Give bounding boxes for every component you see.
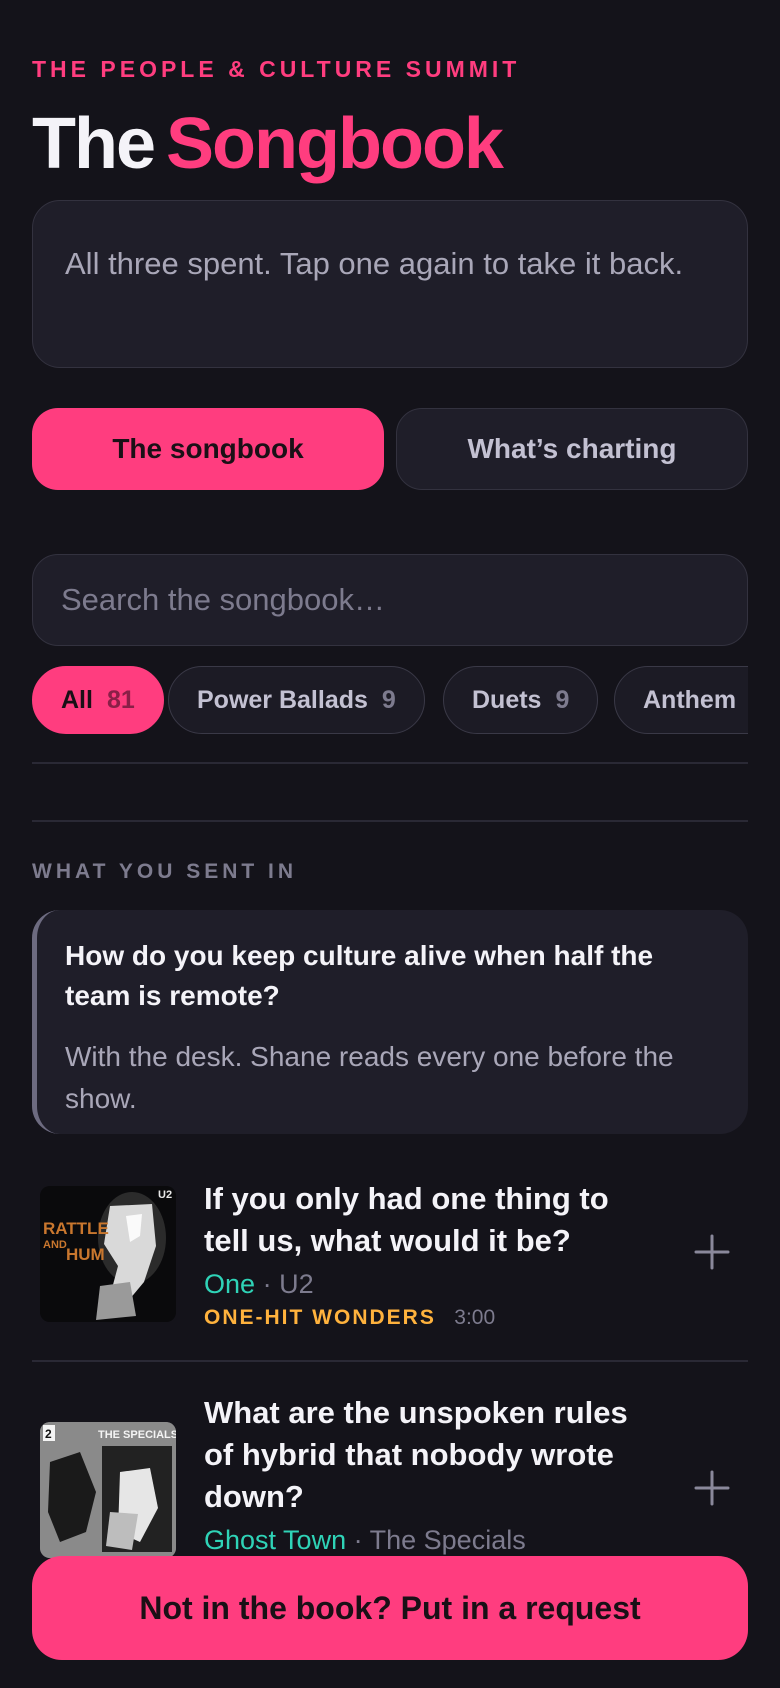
- song-row-text: If you only had one thing to tell us, wh…: [204, 1178, 644, 1330]
- page-title-part1: The: [32, 104, 156, 184]
- sent-question-text: How do you keep culture alive when half …: [65, 940, 654, 1011]
- filter-chip-label: Duets: [472, 685, 542, 714]
- album-art-text: THE SPECIALS: [98, 1429, 176, 1441]
- song-row[interactable]: 2 THE SPECIALS What are the unspoken rul…: [32, 1392, 748, 1558]
- divider: [32, 1360, 748, 1362]
- song-tagline: ONE-HIT WONDERS 3:00: [204, 1306, 644, 1330]
- song-duration: 3:00: [454, 1306, 496, 1329]
- album-art-icon: 2 THE SPECIALS: [40, 1422, 176, 1558]
- plus-icon: [694, 1234, 730, 1270]
- filter-chip-count: 81: [106, 685, 135, 714]
- sent-question-card: How do you keep culture alive when half …: [32, 910, 748, 1134]
- tab-whats-charting[interactable]: What’s charting: [396, 408, 748, 490]
- filter-chip-row[interactable]: All 81 Power Ballads 9 Duets 9 Anthem: [32, 666, 748, 734]
- filter-chip-duets[interactable]: Duets 9: [443, 666, 599, 734]
- songbook-page: THE PEOPLE & CULTURE SUMMIT The Songbook …: [0, 0, 780, 1688]
- section-label-sent-in: WHAT YOU SENT IN: [32, 860, 298, 883]
- song-title: Ghost Town: [204, 1525, 347, 1555]
- add-song-button[interactable]: [684, 1460, 740, 1516]
- meta-separator: ·: [353, 1525, 363, 1555]
- song-row-text: What are the unspoken rules of hybrid th…: [204, 1392, 644, 1560]
- filter-chip-label: Anthem: [643, 685, 737, 714]
- votes-status-card: All three spent. Tap one again to take i…: [32, 200, 748, 368]
- song-row[interactable]: RATTLE AND HUM U2 If you only had one th…: [32, 1178, 748, 1358]
- song-question: If you only had one thing to tell us, wh…: [204, 1181, 609, 1258]
- filter-chip-power-ballads[interactable]: Power Ballads 9: [168, 666, 425, 734]
- song-artist: The Specials: [369, 1525, 526, 1555]
- search-input[interactable]: Search the songbook…: [32, 554, 748, 646]
- page-title: The Songbook: [32, 104, 504, 184]
- filter-chip-label: Power Ballads: [197, 685, 368, 714]
- album-art-text: RATTLE: [43, 1219, 109, 1238]
- song-meta: One · U2: [204, 1264, 644, 1304]
- filter-chip-count: 9: [555, 685, 570, 714]
- song-category-tag: ONE-HIT WONDERS: [204, 1306, 436, 1329]
- song-question: What are the unspoken rules of hybrid th…: [204, 1395, 628, 1514]
- plus-icon: [694, 1470, 730, 1506]
- svg-text:U2: U2: [158, 1189, 172, 1201]
- votes-status-text: All three spent. Tap one again to take i…: [65, 246, 684, 281]
- song-meta: Ghost Town · The Specials: [204, 1520, 644, 1560]
- album-art-text: HUM: [66, 1245, 105, 1264]
- divider: [32, 762, 748, 764]
- meta-separator: ·: [262, 1269, 272, 1299]
- svg-text:2: 2: [45, 1427, 52, 1441]
- filter-chip-label: All: [61, 685, 93, 714]
- page-title-part2: Songbook: [166, 104, 504, 184]
- request-song-button[interactable]: Not in the book? Put in a request: [32, 1556, 748, 1660]
- add-song-button[interactable]: [684, 1224, 740, 1280]
- tab-songbook[interactable]: The songbook: [32, 408, 384, 490]
- divider: [32, 820, 748, 822]
- album-art-text: AND: [43, 1239, 67, 1251]
- filter-chip-all[interactable]: All 81: [32, 666, 164, 734]
- song-title: One: [204, 1269, 256, 1299]
- sent-question-note: With the desk. Shane reads every one bef…: [65, 1041, 674, 1114]
- filter-chip-count: 9: [381, 685, 396, 714]
- event-eyebrow: THE PEOPLE & CULTURE SUMMIT: [32, 56, 521, 82]
- song-artist: U2: [279, 1269, 314, 1299]
- filter-chip-anthems[interactable]: Anthem: [614, 666, 748, 734]
- album-art-icon: RATTLE AND HUM U2: [40, 1186, 176, 1322]
